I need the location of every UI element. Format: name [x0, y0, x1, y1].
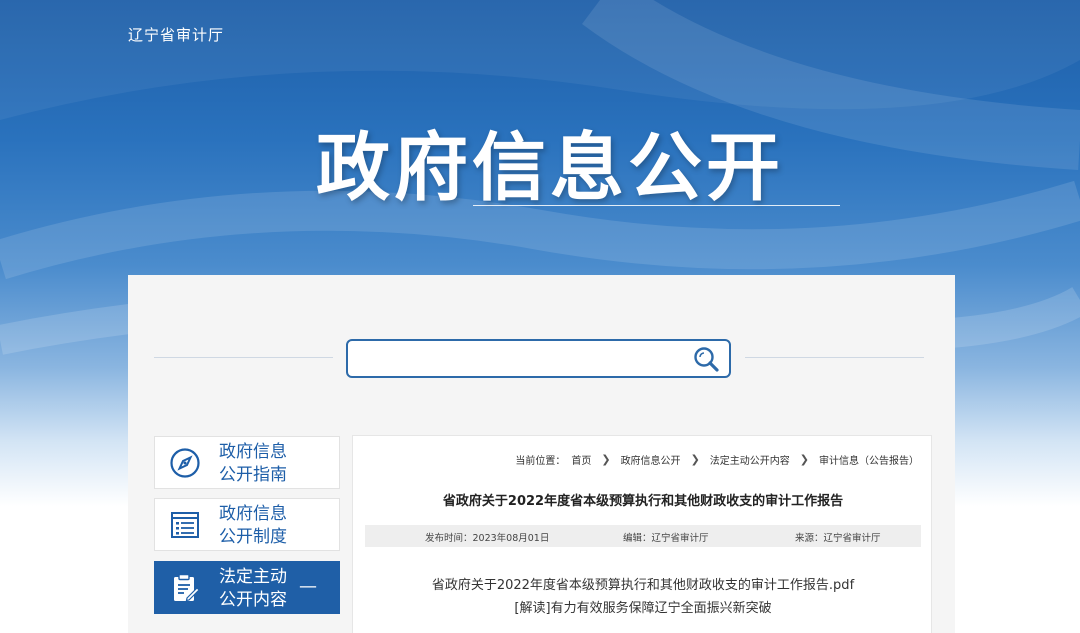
breadcrumb-home[interactable]: 首页	[571, 452, 591, 467]
chevron-right-icon: ❯	[799, 453, 809, 466]
search-input[interactable]	[356, 347, 676, 371]
source: 来源：辽宁省审计厅	[795, 533, 881, 544]
search-box	[346, 339, 731, 378]
compass-icon	[169, 447, 201, 479]
breadcrumb: 当前位置： 首页 ❯ 政府信息公开 ❯ 法定主动公开内容 ❯ 审计信息（公告报告…	[515, 452, 919, 467]
search-button[interactable]	[691, 345, 721, 373]
sidebar-item-proactive-disclosure[interactable]: 法定主动 公开内容 —	[154, 561, 340, 614]
article-meta: 发布时间：2023年08月01日 编辑：辽宁省审计厅 来源：辽宁省审计厅	[365, 525, 921, 547]
search-right-divider	[745, 357, 924, 358]
hero-divider	[473, 205, 840, 206]
breadcrumb-audit-info[interactable]: 审计信息（公告报告）	[819, 452, 919, 467]
collapse-icon[interactable]: —	[299, 576, 317, 597]
hero-title: 政府信息公开	[316, 125, 784, 211]
breadcrumb-prefix: 当前位置：	[515, 456, 566, 467]
breadcrumb-gov-info[interactable]: 政府信息公开	[621, 452, 681, 467]
sidebar-item-label: 政府信息 公开制度	[219, 504, 287, 547]
publish-time: 发布时间：2023年08月01日	[425, 533, 550, 544]
attachment-link-interpretation[interactable]: [解读]有力有效服务保障辽宁全面振兴新突破	[353, 597, 933, 616]
search-icon	[694, 347, 719, 372]
search-left-divider	[154, 357, 333, 358]
list-icon	[169, 509, 201, 541]
chevron-right-icon: ❯	[601, 453, 611, 466]
sidebar-item-guide[interactable]: 政府信息 公开指南	[154, 436, 340, 489]
attachment-link-pdf[interactable]: 省政府关于2022年度省本级预算执行和其他财政收支的审计工作报告.pdf	[353, 574, 933, 593]
sidebar-item-system[interactable]: 政府信息 公开制度	[154, 498, 340, 551]
editor: 编辑：辽宁省审计厅	[623, 533, 709, 544]
org-name[interactable]: 辽宁省审计厅	[128, 24, 224, 45]
chevron-right-icon: ❯	[690, 453, 700, 466]
content-area: 当前位置： 首页 ❯ 政府信息公开 ❯ 法定主动公开内容 ❯ 审计信息（公告报告…	[352, 435, 932, 633]
breadcrumb-proactive-content[interactable]: 法定主动公开内容	[710, 452, 790, 467]
clipboard-edit-icon	[169, 572, 201, 604]
article-title: 省政府关于2022年度省本级预算执行和其他财政收支的审计工作报告	[442, 494, 844, 509]
sidebar-item-label: 政府信息 公开指南	[219, 442, 287, 485]
main-panel: 政府信息 公开指南 政府信息 公开制度 法定主动 公开内容 — 当前位置： 首页…	[128, 275, 955, 633]
